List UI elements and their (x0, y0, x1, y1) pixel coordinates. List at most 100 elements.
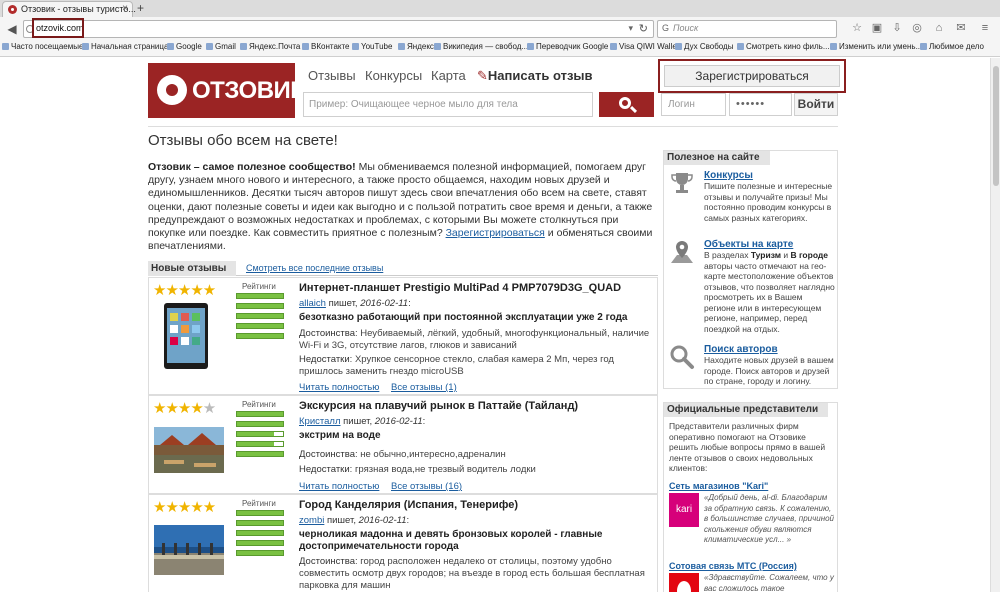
floating-market-thumbnail[interactable] (154, 427, 224, 473)
bookmark-item[interactable]: Любимое дело (920, 42, 984, 51)
reload-icon[interactable]: ↻ (639, 22, 648, 35)
nav-bar: ◀ otzovik.com ▾ ↻ G Поиск ☆ ▣ ⇩ ◎ ⌂ ✉ ≡ (0, 18, 1000, 40)
bookmark-icon (610, 43, 617, 50)
all-reviews-count-link[interactable]: Все отзывы (16) (391, 481, 462, 492)
menu-icon[interactable]: ≡ (978, 21, 992, 35)
home-icon[interactable]: ⌂ (932, 21, 946, 35)
author-search-link[interactable]: Поиск авторов (704, 344, 778, 355)
bookmark-item[interactable]: Переводчик Google (527, 42, 608, 51)
ratings-label: Рейтинги (242, 282, 276, 291)
kari-logo[interactable]: kari (669, 493, 699, 527)
read-more-link[interactable]: Читать полностью (299, 382, 379, 393)
logo-o-icon (157, 75, 187, 105)
register-button[interactable]: Зарегистрироваться (664, 65, 840, 87)
review-card: ★★★★★ Рейтинги Город Канделярия (Испания… (148, 494, 658, 592)
chat-icon[interactable]: ✉ (954, 21, 968, 35)
register-highlight-frame: Зарегистрироваться (658, 59, 846, 93)
nav-reviews[interactable]: Отзывы (308, 68, 356, 83)
contests-desc: Пишите полезные и интересные отзывы и по… (704, 181, 833, 223)
site-search-button[interactable] (599, 92, 654, 117)
bookmarks-bar: Часто посещаемые Начальная страница Goog… (0, 40, 1000, 56)
rep-name-link[interactable]: Сотовая связь МТС (Россия) (669, 561, 797, 571)
history-dropdown-icon[interactable]: ▾ (628, 23, 633, 34)
author-link[interactable]: Кристалл (299, 416, 341, 427)
review-title[interactable]: Экскурсия на плавучий рынок в Паттайе (Т… (299, 400, 578, 412)
bookmark-item[interactable]: Часто посещаемые (2, 42, 83, 51)
clipboard-icon[interactable]: ▣ (870, 21, 884, 35)
bookmark-item[interactable]: Google (167, 42, 202, 51)
review-card: ★★★★★ Рейтинги Интернет-планшет Prestigi… (148, 277, 658, 395)
nav-contests[interactable]: Конкурсы (365, 68, 422, 83)
contests-link[interactable]: Конкурсы (704, 170, 753, 181)
back-icon[interactable]: ◀ (4, 21, 20, 37)
bookmark-item[interactable]: Смотреть кино филь... (737, 42, 830, 51)
read-more-link[interactable]: Читать полностью (299, 481, 379, 492)
search-engine-icon: G (662, 23, 670, 33)
bookmark-icon (398, 43, 405, 50)
bookmark-star-icon[interactable]: ☆ (850, 21, 864, 35)
page-title: Отзывы обо всем на свете! (148, 132, 338, 149)
rating-bar (236, 530, 284, 536)
tablet-thumbnail[interactable] (154, 297, 224, 373)
official-reps-box: Официальные представители Представители … (663, 402, 838, 592)
bookmark-item[interactable]: ВКонтакте (302, 42, 350, 51)
pocket-icon[interactable]: ◎ (910, 21, 924, 35)
review-author-line: Кристалл пишет, 2016-02-11: (299, 416, 426, 427)
bookmark-item[interactable]: Gmail (206, 42, 236, 51)
bookmark-item[interactable]: Начальная страница (82, 42, 168, 51)
candelaria-thumbnail[interactable] (154, 525, 224, 575)
ratings-label: Рейтинги (242, 499, 276, 508)
map-objects-link[interactable]: Объекты на карте (704, 239, 793, 250)
rep-name-link[interactable]: Сеть магазинов "Kari" (669, 481, 768, 491)
header-divider (148, 126, 838, 127)
site-logo[interactable]: ОТЗОВИК (148, 63, 305, 118)
author-link[interactable]: zombi (299, 515, 324, 526)
browser-tab[interactable]: Отзовик - отзывы туристо... × (2, 1, 136, 17)
password-input[interactable]: •••••• (729, 93, 792, 116)
review-card: ★★★★★ Рейтинги Экскурсия на плавучий рын… (148, 395, 658, 494)
bookmark-item[interactable]: Изменить или умень... (830, 42, 922, 51)
bookmark-item[interactable]: Яндекс.Почта (240, 42, 300, 51)
download-icon[interactable]: ⇩ (890, 21, 904, 35)
review-title[interactable]: Город Канделярия (Испания, Тенерифе) (299, 499, 518, 511)
intro-register-link[interactable]: Зарегистрироваться (446, 227, 545, 239)
bookmark-item[interactable]: Visa QIWI Wallet (610, 42, 679, 51)
useful-box-title: Полезное на сайте (664, 151, 770, 165)
all-reviews-link[interactable]: Смотреть все последние отзывы (246, 263, 383, 273)
site-search-placeholder: Пример: Очищающее черное мыло для тела (309, 99, 518, 110)
url-bar[interactable]: otzovik.com ▾ ↻ (23, 20, 654, 38)
browser-chrome: Отзовик - отзывы туристо... × + ◀ otzovi… (0, 0, 1000, 57)
scrollbar-thumb[interactable] (993, 66, 999, 186)
bookmark-item[interactable]: Википедия — свобод... (434, 42, 528, 51)
pen-icon: ✎ (477, 68, 488, 83)
login-input[interactable]: Логин (661, 93, 726, 116)
rating-bar (236, 431, 284, 437)
login-placeholder: Логин (668, 99, 695, 110)
rating-bar (236, 303, 284, 309)
tab-strip: Отзовик - отзывы туристо... × + (0, 0, 1000, 17)
bookmark-icon (240, 43, 247, 50)
site-favicon-icon (8, 5, 17, 14)
review-advantages: Достоинства: не обычно,интересно,адренал… (299, 449, 506, 460)
bookmark-icon (830, 43, 837, 50)
new-reviews-tab[interactable]: Новые отзывы (148, 261, 237, 276)
bookmark-item[interactable]: Дух Свободы (675, 42, 733, 51)
official-reps-intro: Представители различных фирм оперативно … (669, 421, 826, 473)
browser-search-field[interactable]: G Поиск (657, 20, 837, 38)
mts-logo-icon[interactable] (669, 573, 699, 592)
login-button[interactable]: Войти (794, 93, 838, 116)
author-link[interactable]: allaich (299, 298, 326, 309)
url-highlight-frame (32, 18, 84, 38)
site-search-input[interactable]: Пример: Очищающее черное мыло для тела (303, 92, 593, 117)
review-title[interactable]: Интернет-планшет Prestigio MultiPad 4 PM… (299, 282, 621, 294)
rating-bar (236, 520, 284, 526)
nav-map[interactable]: Карта (431, 68, 466, 83)
new-tab-button[interactable]: + (137, 1, 144, 15)
bookmark-item[interactable]: Яндекс (398, 42, 434, 51)
close-tab-icon[interactable]: × (122, 3, 128, 14)
bookmark-item[interactable]: YouTube (352, 42, 392, 51)
page-scrollbar[interactable] (990, 58, 1000, 592)
review-date: 2016-02-11 (374, 416, 423, 427)
all-reviews-count-link[interactable]: Все отзывы (1) (391, 382, 457, 393)
write-review-link[interactable]: ✎Написать отзыв (477, 68, 593, 84)
